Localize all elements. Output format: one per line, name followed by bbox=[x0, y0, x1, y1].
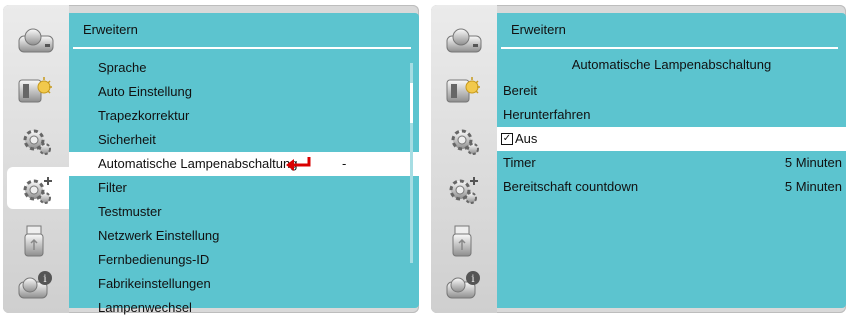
menu-item-label: Auto Einstellung bbox=[98, 84, 192, 99]
menu-item-automatische-lampenabschaltung[interactable]: Automatische Lampenabschaltung - bbox=[69, 152, 419, 176]
tab-usb[interactable] bbox=[8, 219, 64, 261]
menu-item-testmuster[interactable]: Testmuster bbox=[69, 200, 419, 224]
tab-projector[interactable] bbox=[436, 19, 492, 61]
gear-plus-icon bbox=[449, 175, 480, 205]
setting-value: 5 Minuten bbox=[784, 179, 842, 194]
menu-item-netzwerk-einstellung[interactable]: Netzwerk Einstellung bbox=[69, 224, 419, 248]
menu-item-lampenwechsel[interactable]: Lampenwechsel bbox=[69, 296, 419, 320]
submenu-title: Automatische Lampenabschaltung bbox=[571, 57, 772, 72]
menu-item-label: Testmuster bbox=[98, 204, 162, 219]
menu-item-auto-einstellung[interactable]: Auto Einstellung bbox=[69, 80, 419, 104]
menu-item-label: Automatische Lampenabschaltung bbox=[98, 156, 298, 171]
tab-info[interactable] bbox=[8, 265, 64, 307]
usb-icon bbox=[24, 225, 44, 257]
menu-item-filter[interactable]: Filter bbox=[69, 176, 419, 200]
projector-icon bbox=[18, 28, 54, 53]
setting-label: Timer bbox=[503, 155, 536, 170]
option-label: Bereit bbox=[503, 83, 537, 98]
setting-value: 5 Minuten bbox=[784, 155, 842, 170]
menu-item-label: Netzwerk Einstellung bbox=[98, 228, 220, 243]
scrollbar-thumb[interactable] bbox=[410, 83, 413, 123]
menu-item-label: Sicherheit bbox=[98, 132, 156, 147]
enter-arrow-icon bbox=[286, 157, 311, 171]
image-icon bbox=[446, 76, 481, 103]
header-divider bbox=[73, 47, 411, 49]
tab-extended-settings[interactable] bbox=[436, 167, 492, 209]
left-menu-panel: Erweitern Sprache Auto Einstellung Trape… bbox=[3, 5, 419, 315]
option-herunterfahren[interactable]: Herunterfahren bbox=[497, 103, 846, 127]
option-aus[interactable]: ✓ Aus bbox=[497, 127, 846, 151]
sidebar bbox=[431, 5, 497, 313]
tab-image[interactable] bbox=[436, 69, 492, 111]
usb-icon bbox=[452, 225, 472, 257]
menu-item-dash: - bbox=[342, 156, 347, 171]
gear-icon bbox=[451, 129, 480, 156]
menu-item-fernbedienungs-id[interactable]: Fernbedienungs-ID bbox=[69, 248, 419, 272]
option-bereit[interactable]: Bereit bbox=[497, 79, 846, 103]
gear-plus-icon bbox=[23, 175, 54, 205]
setting-label: Bereitschaft countdown bbox=[503, 179, 639, 194]
tab-image[interactable] bbox=[8, 69, 64, 111]
submenu-content: Erweitern Automatische Lampenabschaltung… bbox=[497, 13, 846, 308]
tab-usb[interactable] bbox=[436, 219, 492, 261]
checked-box-icon: ✓ bbox=[501, 133, 513, 145]
tab-projector[interactable] bbox=[8, 19, 64, 61]
header-divider bbox=[501, 47, 838, 49]
menu-item-sicherheit[interactable]: Sicherheit bbox=[69, 128, 419, 152]
menu-item-sprache[interactable]: Sprache bbox=[69, 56, 419, 80]
menu-item-label: Sprache bbox=[98, 60, 147, 75]
menu-item-label: Filter bbox=[98, 180, 127, 195]
menu-item-trapezkorrektur[interactable]: Trapezkorrektur bbox=[69, 104, 419, 128]
menu-item-label: Trapezkorrektur bbox=[98, 108, 190, 123]
right-menu-panel: Erweitern Automatische Lampenabschaltung… bbox=[431, 5, 846, 313]
option-label: Aus bbox=[515, 131, 538, 146]
menu-item-fabrikeinstellungen[interactable]: Fabrikeinstellungen bbox=[69, 272, 419, 296]
projector-icon bbox=[446, 28, 482, 53]
menu-item-label: Fabrikeinstellungen bbox=[98, 276, 211, 291]
tab-settings[interactable] bbox=[8, 119, 64, 161]
info-icon bbox=[446, 270, 481, 299]
sidebar bbox=[3, 5, 69, 313]
option-label: Herunterfahren bbox=[503, 107, 591, 122]
info-icon bbox=[18, 270, 53, 299]
gear-icon bbox=[23, 129, 52, 156]
tab-extended-settings[interactable] bbox=[7, 167, 69, 209]
menu-item-label: Lampenwechsel bbox=[98, 300, 192, 315]
menu-item-label: Fernbedienungs-ID bbox=[98, 252, 210, 267]
tab-info[interactable] bbox=[436, 265, 492, 307]
image-icon bbox=[18, 76, 53, 103]
menu-content: Erweitern Sprache Auto Einstellung Trape… bbox=[69, 13, 419, 315]
setting-bereitschaft-countdown[interactable]: Bereitschaft countdown 5 Minuten bbox=[497, 175, 846, 199]
setting-timer[interactable]: Timer 5 Minuten bbox=[497, 151, 846, 175]
tab-settings[interactable] bbox=[436, 119, 492, 161]
